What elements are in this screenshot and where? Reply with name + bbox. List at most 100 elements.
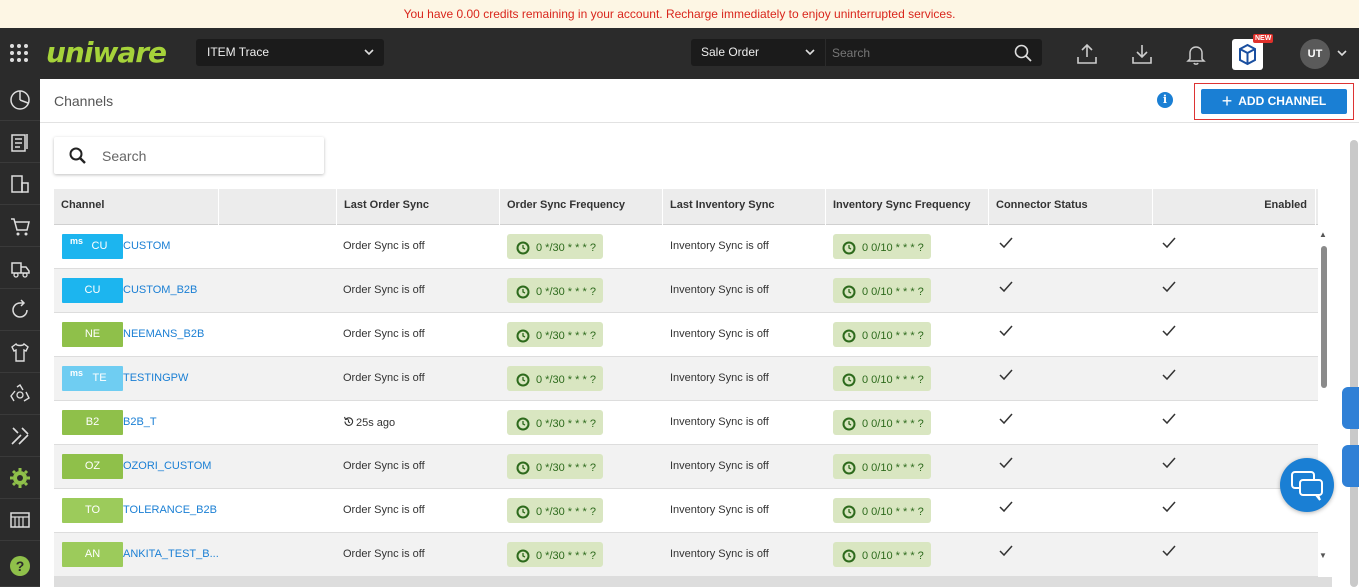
inventory-sync-frequency-text: 0 0/10 * * * ? [862, 330, 924, 342]
channel-name-link[interactable]: CUSTOM [123, 240, 170, 252]
order-sync-frequency[interactable]: 0 */30 * * * ? [507, 542, 603, 567]
inventory-sync-frequency[interactable]: 0 0/10 * * * ? [833, 322, 931, 347]
enabled-check-icon[interactable] [1162, 457, 1176, 472]
cart-icon [11, 217, 30, 235]
upload-icon[interactable] [1075, 42, 1099, 66]
side-tab-help[interactable] [1342, 445, 1359, 487]
enabled-check-icon[interactable] [1162, 281, 1176, 296]
sidebar-item-orders[interactable] [0, 121, 40, 163]
order-sync-frequency[interactable]: 0 */30 * * * ? [507, 410, 603, 435]
side-tab-feedback[interactable] [1342, 387, 1359, 429]
chat-button[interactable] [1280, 458, 1334, 512]
sidebar-item-recycle[interactable] [0, 373, 40, 415]
col-header-connector-status[interactable]: Connector Status [989, 189, 1153, 225]
order-sync-frequency[interactable]: 0 */30 * * * ? [507, 454, 603, 479]
col-header-enabled[interactable]: Enabled [1153, 189, 1316, 225]
inventory-sync-frequency[interactable]: 0 0/10 * * * ? [833, 498, 931, 523]
scroll-down-icon[interactable]: ▼ [1319, 551, 1327, 560]
enabled-check-icon[interactable] [1162, 545, 1176, 560]
products-icon [11, 342, 29, 362]
connector-status-check-icon [999, 413, 1013, 428]
channel-name-link[interactable]: ANKITA_TEST_B... [123, 548, 219, 560]
clock-icon [516, 326, 530, 354]
search-icon[interactable] [1014, 44, 1032, 65]
channel-name-link[interactable]: NEEMANS_B2B [123, 328, 204, 340]
table-row[interactable]: NE NEEMANS_B2B Order Sync is off 0 */30 * *… [54, 313, 1318, 357]
inventory-sync-frequency[interactable]: 0 0/10 * * * ? [833, 234, 931, 259]
channel-name-link[interactable]: CUSTOM_B2B [123, 284, 197, 296]
table-row[interactable]: CU CUSTOM_B2B Order Sync is off 0 */30 * * … [54, 269, 1318, 313]
global-search-input[interactable] [826, 39, 1011, 66]
facility-select-value: ITEM Trace [207, 45, 270, 59]
col-header-inventory-sync-frequency[interactable]: Inventory Sync Frequency [826, 189, 989, 225]
channel-badge: B2 [62, 410, 123, 435]
sidebar-item-tools[interactable] [0, 415, 40, 457]
table-row[interactable]: TO TOLERANCE_B2B Order Sync is off 0 */30 *… [54, 489, 1318, 533]
channel-name-link[interactable]: OZORI_CUSTOM [123, 460, 211, 472]
uniware-logo[interactable]: uniware [46, 36, 167, 69]
clock-icon [842, 502, 856, 530]
channel-name-link[interactable]: TESTINGPW [123, 372, 188, 384]
table-row[interactable]: OZ OZORI_CUSTOM Order Sync is off 0 */30 * … [54, 445, 1318, 489]
apps-grid-icon[interactable] [10, 44, 28, 62]
credits-banner: You have 0.00 credits remaining in your … [0, 0, 1359, 28]
order-sync-frequency-text: 0 */30 * * * ? [536, 286, 596, 298]
sidebar-item-procurement[interactable] [0, 163, 40, 205]
table-row[interactable]: ms TE TESTINGPW Order Sync is off 0 */30 * *… [54, 357, 1318, 401]
add-channel-button[interactable]: + ADD CHANNEL [1201, 89, 1347, 114]
search-scope-select[interactable]: Sale Order [691, 39, 825, 66]
sidebar-item-cart[interactable] [0, 205, 40, 247]
inventory-sync-frequency[interactable]: 0 0/10 * * * ? [833, 542, 931, 567]
channel-code: TE [92, 372, 107, 384]
order-sync-frequency[interactable]: 0 */30 * * * ? [507, 366, 603, 391]
sidebar-item-products[interactable] [0, 331, 40, 373]
enabled-check-icon[interactable] [1162, 325, 1176, 340]
clock-icon [516, 502, 530, 530]
sidebar-item-settings[interactable] [0, 457, 40, 499]
user-avatar[interactable]: UT [1300, 39, 1330, 69]
table-scrollbar[interactable]: ▲ ▼ [1318, 228, 1330, 563]
info-icon[interactable]: i [1157, 92, 1173, 108]
clock-icon [842, 458, 856, 486]
enabled-check-icon[interactable] [1162, 413, 1176, 428]
inventory-sync-frequency[interactable]: 0 0/10 * * * ? [833, 454, 931, 479]
col-header-last-order-sync[interactable]: Last Order Sync [337, 189, 500, 225]
channel-name-link[interactable]: B2B_T [123, 416, 157, 428]
order-sync-frequency[interactable]: 0 */30 * * * ? [507, 234, 603, 259]
page-scrollbar-thumb[interactable] [1350, 140, 1358, 587]
channel-name-link[interactable]: TOLERANCE_B2B [123, 504, 217, 516]
last-order-sync: Order Sync is off [343, 372, 425, 384]
col-header-order-sync-frequency[interactable]: Order Sync Frequency [500, 189, 663, 225]
table-row[interactable]: B2 B2B_T 25s ago 0 */30 * * * ? Inventory Sy… [54, 401, 1318, 445]
scroll-up-icon[interactable]: ▲ [1319, 230, 1327, 239]
bell-icon[interactable] [1184, 42, 1208, 66]
enabled-check-icon[interactable] [1162, 369, 1176, 384]
download-icon[interactable] [1130, 42, 1154, 66]
enabled-check-icon[interactable] [1162, 501, 1176, 516]
sidebar-item-help[interactable]: ? [0, 545, 40, 587]
order-sync-frequency[interactable]: 0 */30 * * * ? [507, 278, 603, 303]
inventory-sync-frequency[interactable]: 0 0/10 * * * ? [833, 410, 931, 435]
sidebar-item-returns[interactable] [0, 289, 40, 331]
whats-new-button[interactable] [1232, 39, 1263, 70]
channel-search-input[interactable] [102, 137, 312, 174]
inventory-sync-frequency[interactable]: 0 0/10 * * * ? [833, 278, 931, 303]
inventory-sync-frequency[interactable]: 0 0/10 * * * ? [833, 366, 931, 391]
last-inventory-sync: Inventory Sync is off [670, 548, 769, 560]
sidebar-item-dashboard[interactable] [0, 79, 40, 121]
channel-badge: OZ [62, 454, 123, 479]
inventory-sync-frequency-text: 0 0/10 * * * ? [862, 242, 924, 254]
order-sync-frequency[interactable]: 0 */30 * * * ? [507, 498, 603, 523]
enabled-check-icon[interactable] [1162, 237, 1176, 252]
page-scrollbar[interactable] [1349, 140, 1359, 587]
sidebar-item-shipping[interactable] [0, 247, 40, 289]
chevron-down-icon[interactable] [1336, 46, 1348, 63]
order-sync-frequency[interactable]: 0 */30 * * * ? [507, 322, 603, 347]
scrollbar-thumb[interactable] [1321, 246, 1327, 388]
col-header-channel[interactable]: Channel [54, 189, 219, 225]
table-row[interactable]: AN ANKITA_TEST_B... Order Sync is off 0 */3… [54, 533, 1318, 577]
table-row[interactable]: ms CU CUSTOM Order Sync is off 0 */30 * * * … [54, 225, 1318, 269]
facility-select[interactable]: ITEM Trace [196, 39, 384, 66]
sidebar-item-reports[interactable] [0, 499, 40, 541]
col-header-last-inventory-sync[interactable]: Last Inventory Sync [663, 189, 826, 225]
